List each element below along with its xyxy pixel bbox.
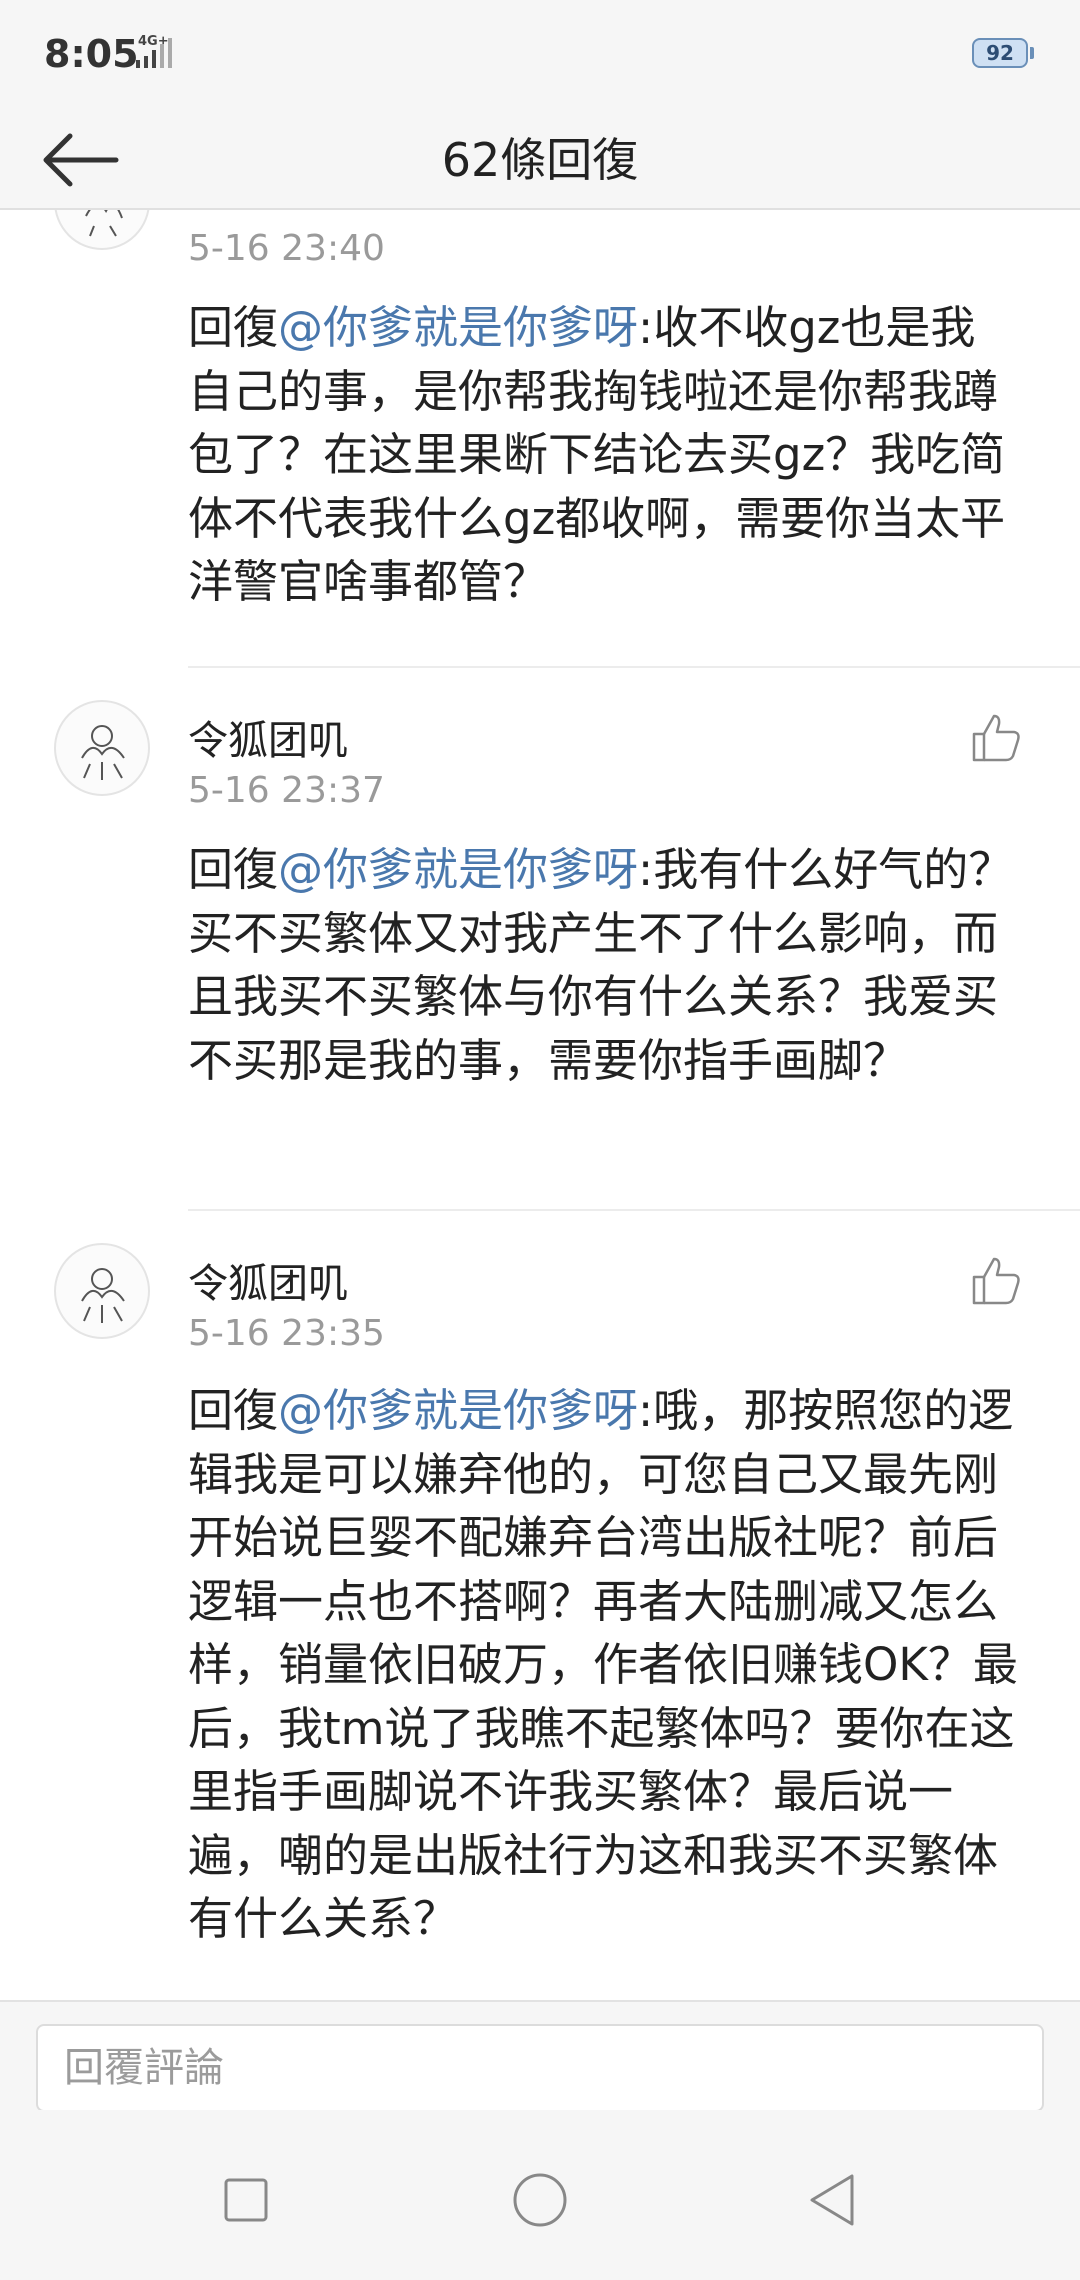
back-arrow-icon (43, 133, 119, 187)
avatar[interactable] (54, 700, 150, 796)
comment-list[interactable]: 5-16 23:40 回復@你爹就是你爹呀:收不收gz也是我自己的事，是你帮我掏… (0, 210, 1080, 2000)
comment-timestamp: 5-16 23:35 (188, 1313, 385, 1354)
comment-text: :哦，那按照您的逻辑我是可以嫌弃他的，可您自己又最先刚开始说巨婴不配嫌弃台湾出版… (188, 1384, 1018, 1945)
status-bar: 8:05 4G+ 92 (0, 0, 1080, 110)
page-title: 62條回復 (441, 133, 639, 187)
battery-level: 92 (986, 41, 1014, 65)
reply-prefix: 回復 (188, 1384, 279, 1437)
comment-body: 回復@你爹就是你爹呀:收不收gz也是我自己的事，是你帮我掏钱啦还是你帮我蹲包了？… (188, 296, 1018, 614)
battery-icon: 92 (972, 38, 1028, 68)
comment-username[interactable]: 令狐团叽 (188, 708, 348, 766)
comment-body: 回復@你爹就是你爹呀:我有什么好气的？买不买繁体又对我产生不了什么影响，而且我买… (188, 838, 1018, 1092)
reply-prefix: 回復 (188, 301, 279, 354)
back-button[interactable] (38, 110, 128, 210)
comment-timestamp: 5-16 23:40 (188, 228, 385, 269)
nav-back-button[interactable] (794, 2160, 874, 2240)
comment-divider (188, 1209, 1080, 1211)
mention-link[interactable]: @你爹就是你爹呀 (278, 1384, 638, 1437)
signal-icon: 4G+ (134, 30, 178, 70)
comment-username[interactable]: 令狐团叽 (188, 1251, 348, 1309)
comment-body: 回復@你爹就是你爹呀:哦，那按照您的逻辑我是可以嫌弃他的，可您自己又最先刚开始说… (188, 1379, 1018, 1951)
reply-input[interactable] (36, 2024, 1044, 2112)
square-icon (224, 2178, 268, 2222)
mention-link[interactable]: @你爹就是你爹呀 (278, 301, 638, 354)
thumbs-up-icon (972, 714, 1020, 762)
like-button[interactable] (968, 710, 1024, 766)
recent-apps-button[interactable] (206, 2160, 286, 2240)
like-button[interactable] (968, 1253, 1024, 1309)
battery-nub (1030, 47, 1034, 59)
comment-divider (188, 666, 1080, 668)
status-time: 8:05 (44, 32, 139, 76)
comment-timestamp: 5-16 23:37 (188, 770, 385, 811)
avatar[interactable] (54, 210, 150, 250)
mention-link[interactable]: @你爹就是你爹呀 (278, 843, 638, 896)
reply-bar (0, 2002, 1080, 2112)
avatar[interactable] (54, 1243, 150, 1339)
thumbs-up-icon (972, 1257, 1020, 1305)
circle-icon (513, 2173, 567, 2227)
reply-prefix: 回復 (188, 843, 279, 896)
triangle-back-icon (810, 2174, 854, 2226)
home-button[interactable] (500, 2160, 580, 2240)
system-nav-bar (0, 2110, 1080, 2280)
header-bar: 62條回復 (0, 110, 1080, 210)
